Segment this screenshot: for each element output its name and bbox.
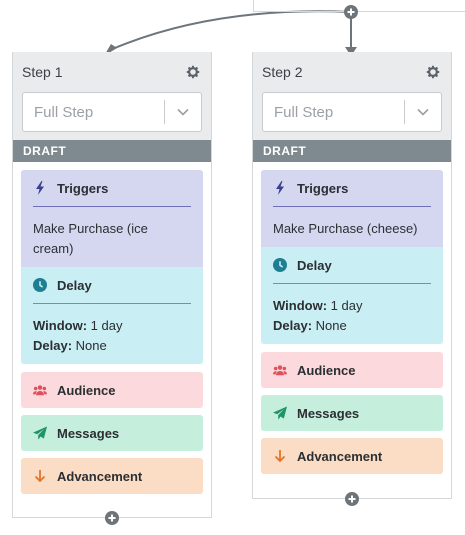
messages-panel[interactable]: Messages xyxy=(21,415,203,451)
audience-title: Audience xyxy=(297,362,356,378)
triggers-description: Make Purchase (ice cream) xyxy=(33,221,148,256)
previous-step-frame xyxy=(253,0,465,12)
triggers-panel[interactable]: Triggers Make Purchase (cheese) xyxy=(261,170,443,247)
delay-key: Delay: xyxy=(273,318,313,333)
audience-title: Audience xyxy=(57,382,116,398)
audience-panel[interactable]: Audience xyxy=(261,352,443,388)
step-type-value: Full Step xyxy=(34,103,94,121)
paper-plane-icon xyxy=(273,406,287,420)
messages-title: Messages xyxy=(57,425,120,441)
add-step-button-step-2[interactable] xyxy=(345,492,359,506)
advancement-panel[interactable]: Advancement xyxy=(21,458,203,494)
window-value: 1 day xyxy=(330,298,363,313)
advancement-title: Advancement xyxy=(297,448,383,464)
status-badge: DRAFT xyxy=(13,140,211,162)
delay-value: None xyxy=(75,338,107,353)
delay-value-row: Delay: None xyxy=(273,316,431,336)
triggers-title: Triggers xyxy=(57,180,109,196)
delay-window-row: Window: 1 day xyxy=(33,316,191,336)
triggers-description: Make Purchase (cheese) xyxy=(273,221,418,236)
add-step-button-top[interactable] xyxy=(344,5,358,19)
step-title: Step 1 xyxy=(22,64,63,80)
triggers-panel[interactable]: Triggers Make Purchase (ice cream) xyxy=(21,170,203,267)
paper-plane-icon xyxy=(33,426,47,440)
step-type-select[interactable]: Full Step xyxy=(22,92,202,132)
add-step-button-step-1[interactable] xyxy=(105,511,119,525)
step-card-2: Step 2 Full Step DRAFT Triggers Make Pur… xyxy=(252,52,452,499)
step-type-select[interactable]: Full Step xyxy=(262,92,442,132)
step-title: Step 2 xyxy=(262,64,303,80)
audience-panel[interactable]: Audience xyxy=(21,372,203,408)
connector-curve-to-step-1 xyxy=(109,10,352,51)
plus-icon xyxy=(348,495,356,503)
plus-icon xyxy=(108,514,116,522)
clock-icon xyxy=(33,278,47,292)
users-icon xyxy=(273,363,287,377)
window-value: 1 day xyxy=(90,318,123,333)
lightning-bolt-icon xyxy=(273,181,287,195)
step-header: Step 2 Full Step xyxy=(253,52,451,140)
lightning-bolt-icon xyxy=(33,181,47,195)
chevron-down-icon xyxy=(165,108,201,116)
delay-panel[interactable]: Delay Window: 1 day Delay: None xyxy=(261,247,443,344)
gear-icon[interactable] xyxy=(184,63,202,81)
delay-value: None xyxy=(315,318,347,333)
window-key: Window: xyxy=(273,298,328,313)
step-header: Step 1 Full Step xyxy=(13,52,211,140)
messages-panel[interactable]: Messages xyxy=(261,395,443,431)
gear-icon[interactable] xyxy=(424,63,442,81)
delay-key: Delay: xyxy=(33,338,73,353)
window-key: Window: xyxy=(33,318,88,333)
arrow-down-icon xyxy=(273,449,287,463)
step-card-1: Step 1 Full Step DRAFT Triggers Make Pur… xyxy=(12,52,212,518)
status-badge: DRAFT xyxy=(253,140,451,162)
chevron-down-icon xyxy=(405,108,441,116)
delay-window-row: Window: 1 day xyxy=(273,296,431,316)
clock-icon xyxy=(273,258,287,272)
step-type-value: Full Step xyxy=(274,103,334,121)
plus-icon xyxy=(347,8,355,16)
advancement-title: Advancement xyxy=(57,468,143,484)
triggers-title: Triggers xyxy=(297,180,349,196)
users-icon xyxy=(33,383,47,397)
delay-panel[interactable]: Delay Window: 1 day Delay: None xyxy=(21,267,203,364)
delay-title: Delay xyxy=(297,257,332,273)
delay-title: Delay xyxy=(57,277,92,293)
arrow-down-icon xyxy=(33,469,47,483)
advancement-panel[interactable]: Advancement xyxy=(261,438,443,474)
delay-value-row: Delay: None xyxy=(33,336,191,356)
messages-title: Messages xyxy=(297,405,360,421)
